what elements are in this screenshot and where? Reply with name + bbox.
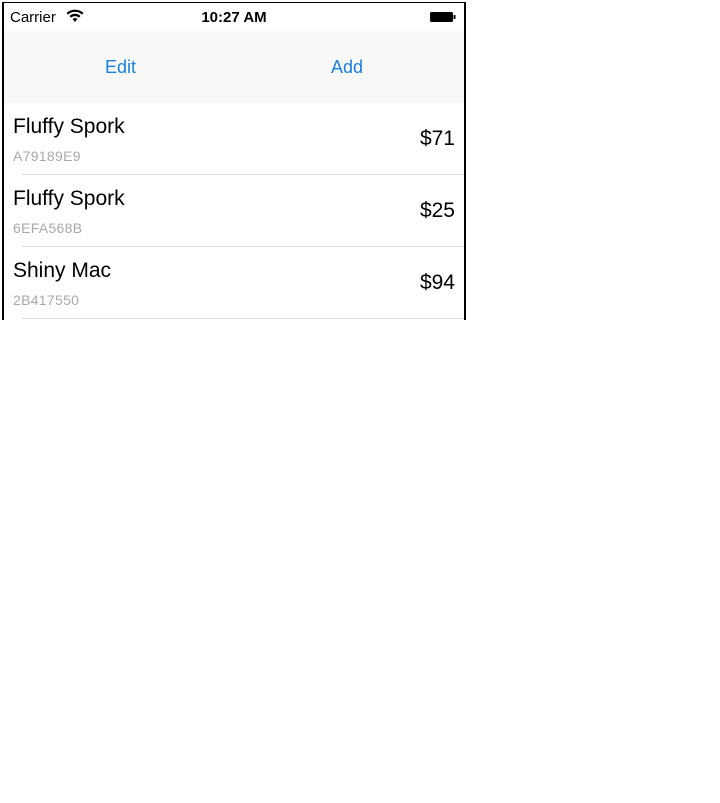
status-bar: Carrier 10:27 AM bbox=[4, 3, 464, 31]
phone-screen: Carrier 10:27 AM Edit Add Fluffy Spork A… bbox=[2, 2, 466, 320]
item-name: Shiny Mac bbox=[13, 259, 112, 282]
table-row[interactable]: Fluffy Spork A79189E9 $71 bbox=[4, 103, 464, 175]
item-code: 6EFA568B bbox=[13, 220, 83, 236]
items-table: Fluffy Spork A79189E9 $71 Fluffy Spork 6… bbox=[4, 103, 464, 319]
table-row[interactable]: Shiny Mac 2B417550 $94 bbox=[4, 247, 464, 319]
item-code: 2B417550 bbox=[13, 292, 80, 308]
status-time: 10:27 AM bbox=[201, 9, 267, 26]
item-code: A79189E9 bbox=[13, 148, 81, 164]
item-name: Fluffy Spork bbox=[13, 187, 125, 210]
item-price: $94 bbox=[419, 271, 455, 294]
table-row[interactable]: Fluffy Spork 6EFA568B $25 bbox=[4, 175, 464, 247]
item-price: $25 bbox=[419, 199, 455, 222]
battery-icon bbox=[430, 12, 456, 22]
toolbar: Edit Add bbox=[4, 31, 464, 103]
item-price: $71 bbox=[419, 127, 455, 150]
add-button[interactable]: Add bbox=[331, 57, 363, 78]
item-name: Fluffy Spork bbox=[13, 115, 125, 138]
edit-button[interactable]: Edit bbox=[105, 57, 136, 78]
